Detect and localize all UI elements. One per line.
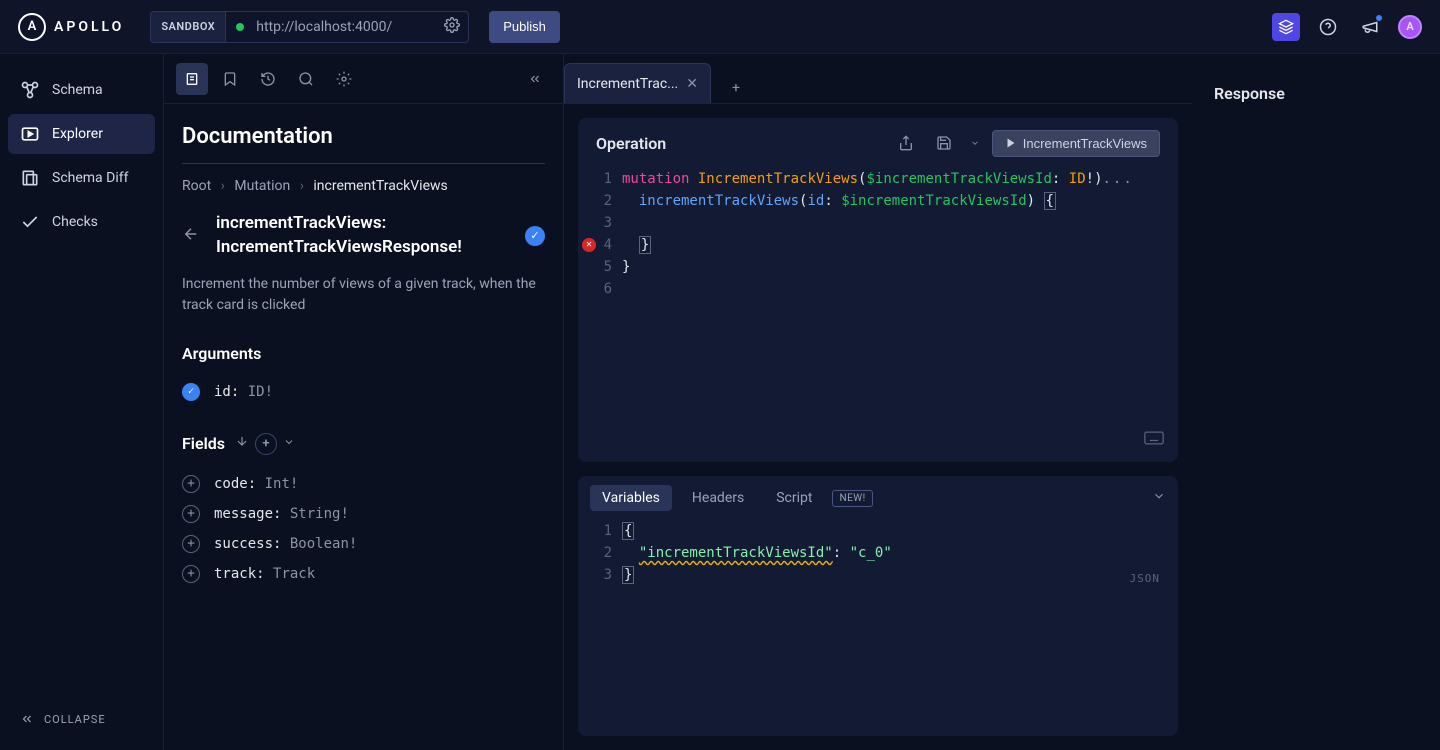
gear-icon[interactable]: [444, 17, 460, 37]
response-heading: Response: [1214, 84, 1418, 103]
save-dropdown-icon[interactable]: [968, 129, 982, 157]
collapse-button[interactable]: COLLAPSE: [8, 704, 155, 734]
topbar: A APOLLO SANDBOX http://localhost:4000/ …: [0, 0, 1440, 54]
chevron-down-icon[interactable]: [1152, 489, 1166, 507]
nav-explorer[interactable]: Explorer: [8, 114, 155, 154]
mutation-header: incrementTrackViews: IncrementTrackViews…: [182, 212, 545, 260]
keyboard-icon[interactable]: [1144, 430, 1164, 452]
fields-heading: Fields +: [182, 433, 545, 455]
breadcrumb-mutation[interactable]: Mutation: [234, 178, 290, 194]
add-field-icon[interactable]: +: [182, 475, 200, 493]
add-field-icon[interactable]: +: [182, 565, 200, 583]
checks-icon: [20, 212, 40, 232]
notification-dot-icon: [1376, 15, 1382, 21]
url-input[interactable]: http://localhost:4000/: [225, 11, 469, 43]
add-field-icon[interactable]: +: [182, 535, 200, 553]
tab-operation[interactable]: IncrementTrac... ✕: [564, 63, 711, 103]
response-panel: Response: [1192, 54, 1440, 750]
settings-icon[interactable]: [328, 63, 360, 95]
check-badge-icon[interactable]: ✓: [525, 226, 545, 246]
panel-collapse-icon[interactable]: [519, 63, 551, 95]
brand-logo[interactable]: A APOLLO: [18, 13, 124, 41]
main-area: IncrementTrac... ✕ + Operation: [564, 54, 1440, 750]
check-icon: ✓: [182, 383, 200, 401]
url-group: SANDBOX http://localhost:4000/: [150, 11, 469, 43]
bookmark-icon[interactable]: [214, 63, 246, 95]
help-icon[interactable]: [1314, 13, 1342, 41]
layers-icon[interactable]: [1272, 13, 1300, 41]
nav-label: Schema: [52, 82, 103, 98]
tab-variables[interactable]: Variables: [590, 485, 672, 511]
schema-icon: [20, 80, 40, 100]
user-avatar[interactable]: A: [1398, 15, 1422, 39]
breadcrumb: Root › Mutation › incrementTrackViews: [182, 178, 545, 194]
tab-label: IncrementTrac...: [577, 76, 678, 92]
search-icon[interactable]: [290, 63, 322, 95]
doc-title: Documentation: [182, 124, 545, 149]
variables-editor[interactable]: JSON 1 2 3 { "incrementTrackViewsId": "c…: [578, 520, 1178, 736]
breadcrumb-root[interactable]: Root: [182, 178, 211, 194]
apollo-logo-icon: A: [18, 13, 46, 41]
json-label: JSON: [1130, 568, 1161, 590]
sort-icon[interactable]: [235, 433, 249, 455]
topbar-actions: A: [1272, 13, 1422, 41]
add-field-icon[interactable]: +: [182, 505, 200, 523]
chevron-left-double-icon: [20, 712, 34, 726]
divider: [182, 163, 545, 164]
nav-label: Checks: [52, 214, 98, 230]
url-text: http://localhost:4000/: [256, 19, 392, 35]
collapse-label: COLLAPSE: [44, 713, 106, 726]
doc-toolbar: [164, 54, 563, 104]
nav-checks[interactable]: Checks: [8, 202, 155, 242]
publish-button[interactable]: Publish: [489, 11, 560, 43]
nav-label: Schema Diff: [52, 170, 128, 186]
arguments-heading: Arguments: [182, 344, 545, 363]
add-tab-button[interactable]: +: [721, 73, 751, 103]
brand-text: APOLLO: [54, 19, 124, 35]
field-row[interactable]: + code: Int!: [182, 469, 545, 499]
diff-icon: [20, 168, 40, 188]
operation-editor[interactable]: 1 2 3 ✕4 5 6 mutation IncrementTrackView…: [578, 168, 1178, 462]
save-icon[interactable]: [930, 129, 958, 157]
new-badge: NEW!: [832, 490, 872, 507]
history-icon[interactable]: [252, 63, 284, 95]
sandbox-chip[interactable]: SANDBOX: [150, 11, 225, 43]
back-arrow-icon[interactable]: [182, 225, 202, 247]
tab-script[interactable]: Script: [764, 485, 824, 511]
nav-schema-diff[interactable]: Schema Diff: [8, 158, 155, 198]
close-icon[interactable]: ✕: [686, 76, 698, 92]
announce-icon[interactable]: [1356, 13, 1384, 41]
run-operation-button[interactable]: IncrementTrackViews: [992, 130, 1160, 157]
status-dot-icon: [236, 23, 244, 31]
nav-label: Explorer: [52, 126, 103, 142]
operation-heading: Operation: [596, 134, 882, 153]
docs-icon[interactable]: [176, 63, 208, 95]
editor-tabs: IncrementTrac... ✕ +: [564, 54, 1192, 104]
add-all-icon[interactable]: +: [255, 433, 277, 455]
tab-headers[interactable]: Headers: [680, 485, 756, 511]
explorer-icon: [20, 124, 40, 144]
nav-schema[interactable]: Schema: [8, 70, 155, 110]
field-row[interactable]: + track: Track: [182, 559, 545, 589]
play-icon: [1005, 137, 1017, 149]
documentation-panel: Documentation Root › Mutation › incremen…: [164, 54, 564, 750]
mutation-description: Increment the number of views of a given…: [182, 274, 545, 316]
operation-card: Operation IncrementTrackViews: [578, 118, 1178, 462]
argument-row[interactable]: ✓ id: ID!: [182, 377, 545, 407]
share-icon[interactable]: [892, 129, 920, 157]
chevron-down-icon[interactable]: [283, 433, 295, 455]
sidebar: Schema Explorer Schema Diff Checks COLLA…: [0, 54, 164, 750]
field-row[interactable]: + message: String!: [182, 499, 545, 529]
breadcrumb-current: incrementTrackViews: [313, 178, 447, 194]
mutation-title: incrementTrackViews: IncrementTrackViews…: [216, 212, 511, 260]
field-row[interactable]: + success: Boolean!: [182, 529, 545, 559]
error-icon[interactable]: ✕: [582, 238, 596, 252]
variables-card: Variables Headers Script NEW! JSON 1 2 3: [578, 476, 1178, 736]
